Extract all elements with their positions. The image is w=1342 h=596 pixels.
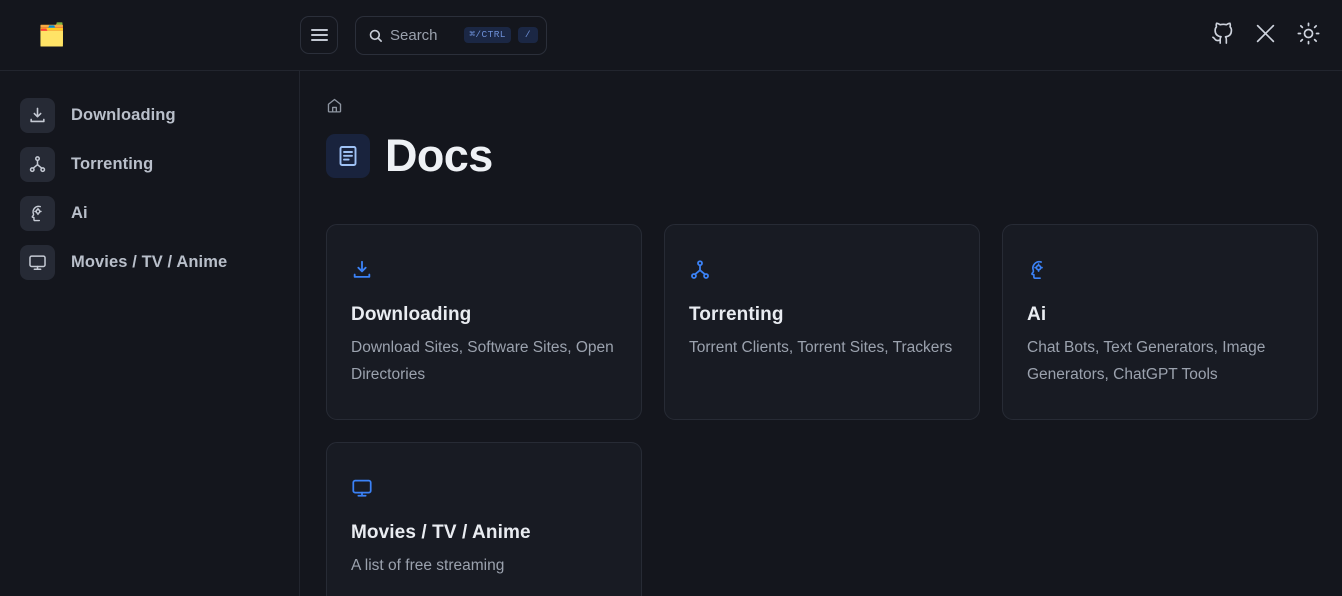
- twitter-x-link[interactable]: [1255, 23, 1276, 49]
- sidebar-item-movies-tv-anime[interactable]: Movies / TV / Anime: [0, 238, 299, 287]
- card-description: Download Sites, Software Sites, Open Dir…: [351, 339, 614, 383]
- card-title: Movies / TV / Anime: [351, 522, 531, 543]
- monitor-icon: [20, 245, 55, 280]
- share-network-icon: [20, 147, 55, 182]
- breadcrumb[interactable]: [326, 97, 1316, 119]
- card-downloading[interactable]: Downloading Download Sites, Software Sit…: [326, 224, 642, 420]
- card-description: A list of free streaming: [351, 557, 505, 574]
- github-link[interactable]: [1211, 22, 1234, 50]
- brain-cog-head-icon: [1027, 258, 1293, 282]
- hamburger-menu-icon: [310, 29, 328, 41]
- page-shell: Downloading Torrenting Ai Movies / TV / …: [0, 71, 1342, 596]
- card-ai[interactable]: Ai Chat Bots, Text Generators, Image Gen…: [1002, 224, 1318, 420]
- sidebar-item-label: Ai: [71, 204, 88, 222]
- card-torrenting[interactable]: Torrenting Torrent Clients, Torrent Site…: [664, 224, 980, 420]
- top-bar-actions: [1211, 0, 1320, 71]
- theme-toggle[interactable]: [1297, 21, 1320, 50]
- top-bar: 🗂️ Search ⌘/CTRL /: [0, 0, 1342, 71]
- sidebar-item-label: Torrenting: [71, 155, 154, 173]
- page-title: Docs: [385, 130, 493, 181]
- logo-area: 🗂️: [0, 24, 300, 46]
- sun-icon: [1297, 21, 1320, 50]
- card-title: Downloading: [351, 304, 472, 325]
- monitor-icon: [351, 476, 617, 500]
- search-input[interactable]: Search ⌘/CTRL /: [355, 15, 547, 55]
- card-title: Ai: [1027, 304, 1047, 325]
- search-placeholder: Search: [390, 26, 438, 44]
- download-icon: [20, 98, 55, 133]
- sidebar-item-torrenting[interactable]: Torrenting: [0, 140, 299, 189]
- download-icon: [351, 258, 617, 282]
- share-network-icon: [689, 258, 955, 282]
- search-shortcut-primary: ⌘/CTRL: [464, 27, 511, 43]
- sidebar-item-downloading[interactable]: Downloading: [0, 91, 299, 140]
- main-content: Docs Downloading Download Sites, Softwar…: [300, 71, 1342, 596]
- github-icon: [1211, 22, 1234, 50]
- home-icon: [326, 97, 343, 119]
- hamburger-menu-button[interactable]: [300, 16, 338, 54]
- site-logo-icon[interactable]: 🗂️: [38, 24, 65, 46]
- sidebar-item-label: Movies / TV / Anime: [71, 253, 228, 271]
- sidebar: Downloading Torrenting Ai Movies / TV / …: [0, 71, 300, 596]
- x-icon: [1255, 23, 1276, 49]
- card-description: Chat Bots, Text Generators, Image Genera…: [1027, 339, 1266, 383]
- brain-cog-head-icon: [20, 196, 55, 231]
- page-title-row: Docs: [326, 133, 1316, 178]
- card-movies-tv-anime[interactable]: Movies / TV / Anime A list of free strea…: [326, 442, 642, 596]
- card-description: Torrent Clients, Torrent Sites, Trackers: [689, 339, 953, 356]
- card-title: Torrenting: [689, 304, 784, 325]
- search-icon: [368, 28, 383, 43]
- search-shortcut-secondary: /: [517, 27, 538, 43]
- file-text-icon: [326, 133, 370, 178]
- top-bar-center: Search ⌘/CTRL /: [300, 15, 547, 55]
- sidebar-item-ai[interactable]: Ai: [0, 189, 299, 238]
- sidebar-item-label: Downloading: [71, 106, 176, 124]
- docs-card-grid: Downloading Download Sites, Software Sit…: [326, 224, 1318, 596]
